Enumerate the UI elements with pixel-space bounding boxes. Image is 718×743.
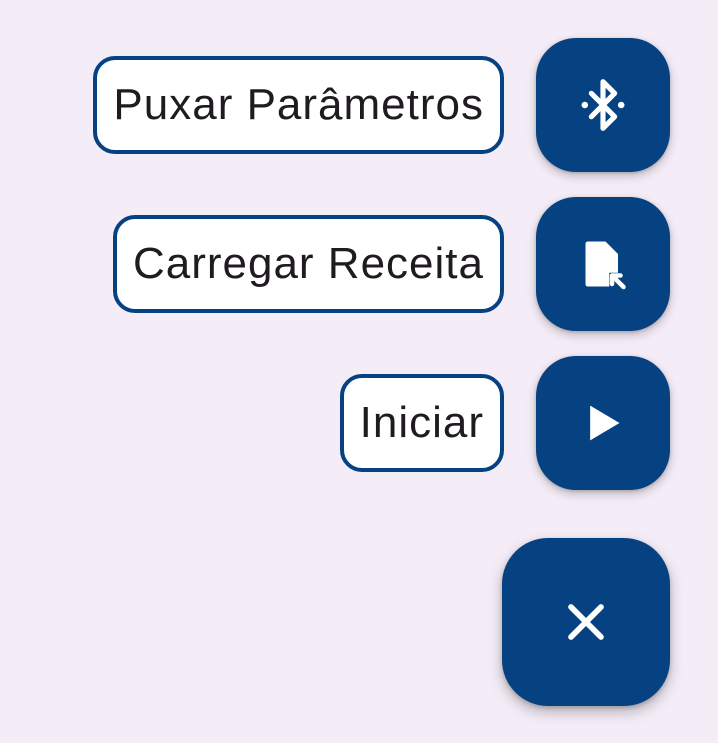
close-speed-dial-button[interactable] [502,538,670,706]
close-icon [566,602,606,642]
bluetooth-icon [575,77,631,133]
load-recipe-label[interactable]: Carregar Receita [112,215,504,313]
start-button[interactable] [536,356,670,490]
speed-dial-action-load-recipe: Carregar Receita [112,197,670,331]
load-recipe-button[interactable] [536,197,670,331]
speed-dial-action-pull-parameters: Puxar Parâmetros [93,38,670,172]
pull-parameters-label[interactable]: Puxar Parâmetros [93,56,504,154]
play-icon [581,401,625,445]
speed-dial-action-start: Iniciar [339,356,670,490]
start-label[interactable]: Iniciar [339,374,504,472]
pull-parameters-button[interactable] [536,38,670,172]
file-open-icon [573,234,633,294]
